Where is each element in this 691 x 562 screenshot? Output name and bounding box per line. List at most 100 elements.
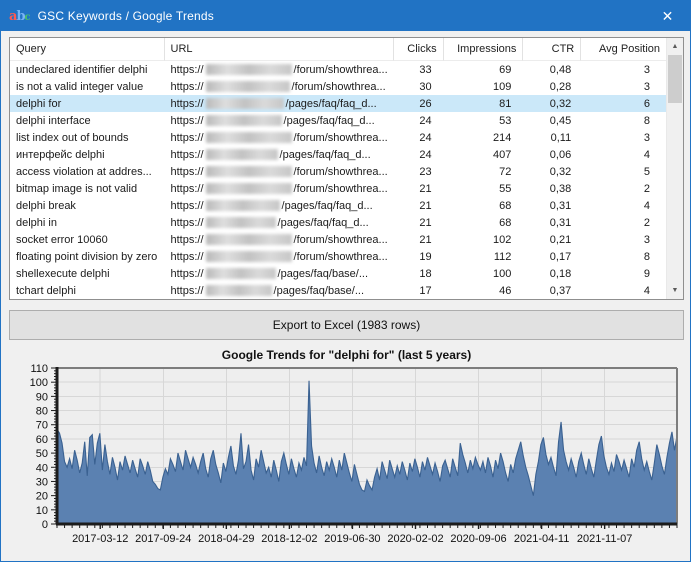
table-row[interactable]: undeclared identifier delphihttps:///for…: [10, 61, 666, 78]
x-axis-label: 2021-04-11: [514, 533, 569, 545]
table-row[interactable]: интерфейс delphihttps:///pages/faq/faq_d…: [10, 146, 666, 163]
export-to-excel-button[interactable]: Export to Excel (1983 rows): [9, 310, 684, 340]
cell-avg-position: 6: [581, 95, 666, 112]
y-axis-label: 40: [36, 462, 48, 474]
cell-ctr: 0,17: [523, 248, 581, 265]
cell-ctr: 0,18: [523, 265, 581, 282]
scrollbar-thumb[interactable]: [668, 55, 682, 103]
window-content: Query URL Clicks Impressions CTR Avg Pos…: [1, 31, 690, 561]
cell-query: access violation at addres...: [10, 163, 164, 180]
table-row[interactable]: delphi breakhttps:///pages/faq/faq_d...2…: [10, 197, 666, 214]
cell-query: socket error 10060: [10, 231, 164, 248]
table-row[interactable]: access violation at addres...https:///fo…: [10, 163, 666, 180]
cell-ctr: 0,28: [523, 78, 581, 95]
table-row[interactable]: list index out of boundshttps:///forum/s…: [10, 129, 666, 146]
y-axis-label: 110: [30, 364, 48, 375]
table-scrollbar[interactable]: ▲ ▼: [666, 38, 683, 299]
cell-impressions: 102: [444, 231, 524, 248]
cell-impressions: 100: [444, 265, 524, 282]
url-redacted-blur: [206, 268, 276, 279]
cell-query: undeclared identifier delphi: [10, 61, 164, 78]
cell-query: list index out of bounds: [10, 129, 164, 146]
column-header-query[interactable]: Query: [10, 38, 165, 61]
column-header-avg-position[interactable]: Avg Position: [581, 38, 666, 61]
url-suffix: /pages/faq/faq_d...: [284, 115, 375, 127]
cell-query: tchart delphi: [10, 282, 164, 299]
table-row[interactable]: floating point division by zerohttps:///…: [10, 248, 666, 265]
url-suffix: /pages/faq/faq_d...: [286, 98, 377, 110]
cell-clicks: 18: [394, 265, 444, 282]
cell-query: delphi in: [10, 214, 164, 231]
url-suffix: /pages/faq/base/...: [274, 285, 365, 297]
x-axis-label: 2017-03-12: [72, 533, 128, 545]
cell-ctr: 0,32: [523, 163, 581, 180]
chart-title: Google Trends for "delphi for" (last 5 y…: [9, 348, 684, 362]
table-row[interactable]: bitmap image is not validhttps:///forum/…: [10, 180, 666, 197]
cell-query: delphi break: [10, 197, 164, 214]
cell-impressions: 68: [444, 197, 524, 214]
cell-impressions: 69: [444, 61, 524, 78]
trends-chart-panel: Google Trends for "delphi for" (last 5 y…: [9, 348, 684, 561]
url-redacted-blur: [206, 98, 284, 109]
y-axis-label: 30: [36, 476, 48, 488]
table-row[interactable]: delphi inhttps:///pages/faq/faq_d...2168…: [10, 214, 666, 231]
table-body: undeclared identifier delphihttps:///for…: [10, 61, 666, 299]
cell-query: delphi for: [10, 95, 164, 112]
cell-url: https:///pages/faq/base/...: [164, 265, 393, 282]
cell-avg-position: 3: [581, 231, 666, 248]
cell-url: https:///forum/showthrea...: [164, 163, 393, 180]
cell-url: https:///pages/faq/faq_d...: [164, 214, 393, 231]
window-title: GSC Keywords / Google Trends: [38, 9, 645, 23]
x-axis-label: 2018-04-29: [198, 533, 254, 545]
table-row[interactable]: delphi interfacehttps:///pages/faq/faq_d…: [10, 112, 666, 129]
cell-avg-position: 4: [581, 146, 666, 163]
url-redacted-blur: [206, 115, 282, 126]
url-prefix: https://: [170, 98, 203, 110]
table-row[interactable]: shellexecute delphihttps:///pages/faq/ba…: [10, 265, 666, 282]
cell-avg-position: 8: [581, 248, 666, 265]
app-window: a b c GSC Keywords / Google Trends ✕ Que…: [0, 0, 691, 562]
close-icon[interactable]: ✕: [645, 1, 690, 31]
cell-url: https:// /pages/faq/faq_d...: [164, 197, 393, 214]
cell-ctr: 0,31: [523, 197, 581, 214]
y-axis-label: 70: [36, 420, 48, 432]
cell-ctr: 0,32: [523, 95, 581, 112]
url-prefix: https://: [170, 149, 203, 161]
cell-query: shellexecute delphi: [10, 265, 164, 282]
table-row[interactable]: socket error 10060https:///forum/showthr…: [10, 231, 666, 248]
cell-ctr: 0,06: [523, 146, 581, 163]
cell-impressions: 109: [444, 78, 524, 95]
abc-app-icon: c: [25, 13, 31, 23]
cell-clicks: 24: [394, 146, 444, 163]
cell-query: floating point division by zero: [10, 248, 164, 265]
table-row[interactable]: delphi forhttps:///pages/faq/faq_d...268…: [10, 95, 666, 112]
cell-impressions: 72: [444, 163, 524, 180]
url-prefix: https://: [170, 115, 203, 127]
x-axis-label: 2017-09-24: [135, 533, 191, 545]
url-prefix: https://: [170, 285, 203, 297]
table-row[interactable]: tchart delphi https:// /pages/faq/base/...…: [10, 282, 666, 299]
x-axis-label: 2018-12-02: [261, 533, 317, 545]
url-redacted-blur: [206, 149, 278, 160]
url-prefix: https://: [170, 234, 203, 246]
column-header-url[interactable]: URL: [165, 38, 394, 61]
column-header-ctr[interactable]: CTR: [523, 38, 581, 61]
url-redacted-blur: [206, 285, 272, 296]
url-suffix: /forum/showthrea...: [294, 166, 388, 178]
column-header-impressions[interactable]: Impressions: [444, 38, 524, 61]
url-suffix: /pages/faq/faq_d...: [282, 200, 373, 212]
scroll-down-icon[interactable]: ▼: [667, 282, 683, 299]
table-row[interactable]: is not a valid integer valuehttps:///for…: [10, 78, 666, 95]
cell-avg-position: 2: [581, 180, 666, 197]
y-axis-label: 10: [36, 505, 48, 517]
url-suffix: /pages/faq/faq_d...: [280, 149, 371, 161]
cell-impressions: 68: [444, 214, 524, 231]
scroll-up-icon[interactable]: ▲: [667, 38, 683, 55]
cell-url: https:///forum/showthrea...: [164, 78, 393, 95]
url-prefix: https://: [170, 200, 203, 212]
cell-ctr: 0,11: [523, 129, 581, 146]
column-header-clicks[interactable]: Clicks: [394, 38, 444, 61]
cell-ctr: 0,45: [523, 112, 581, 129]
cell-clicks: 19: [394, 248, 444, 265]
cell-url: https:// /pages/faq/faq_d...: [164, 95, 393, 112]
